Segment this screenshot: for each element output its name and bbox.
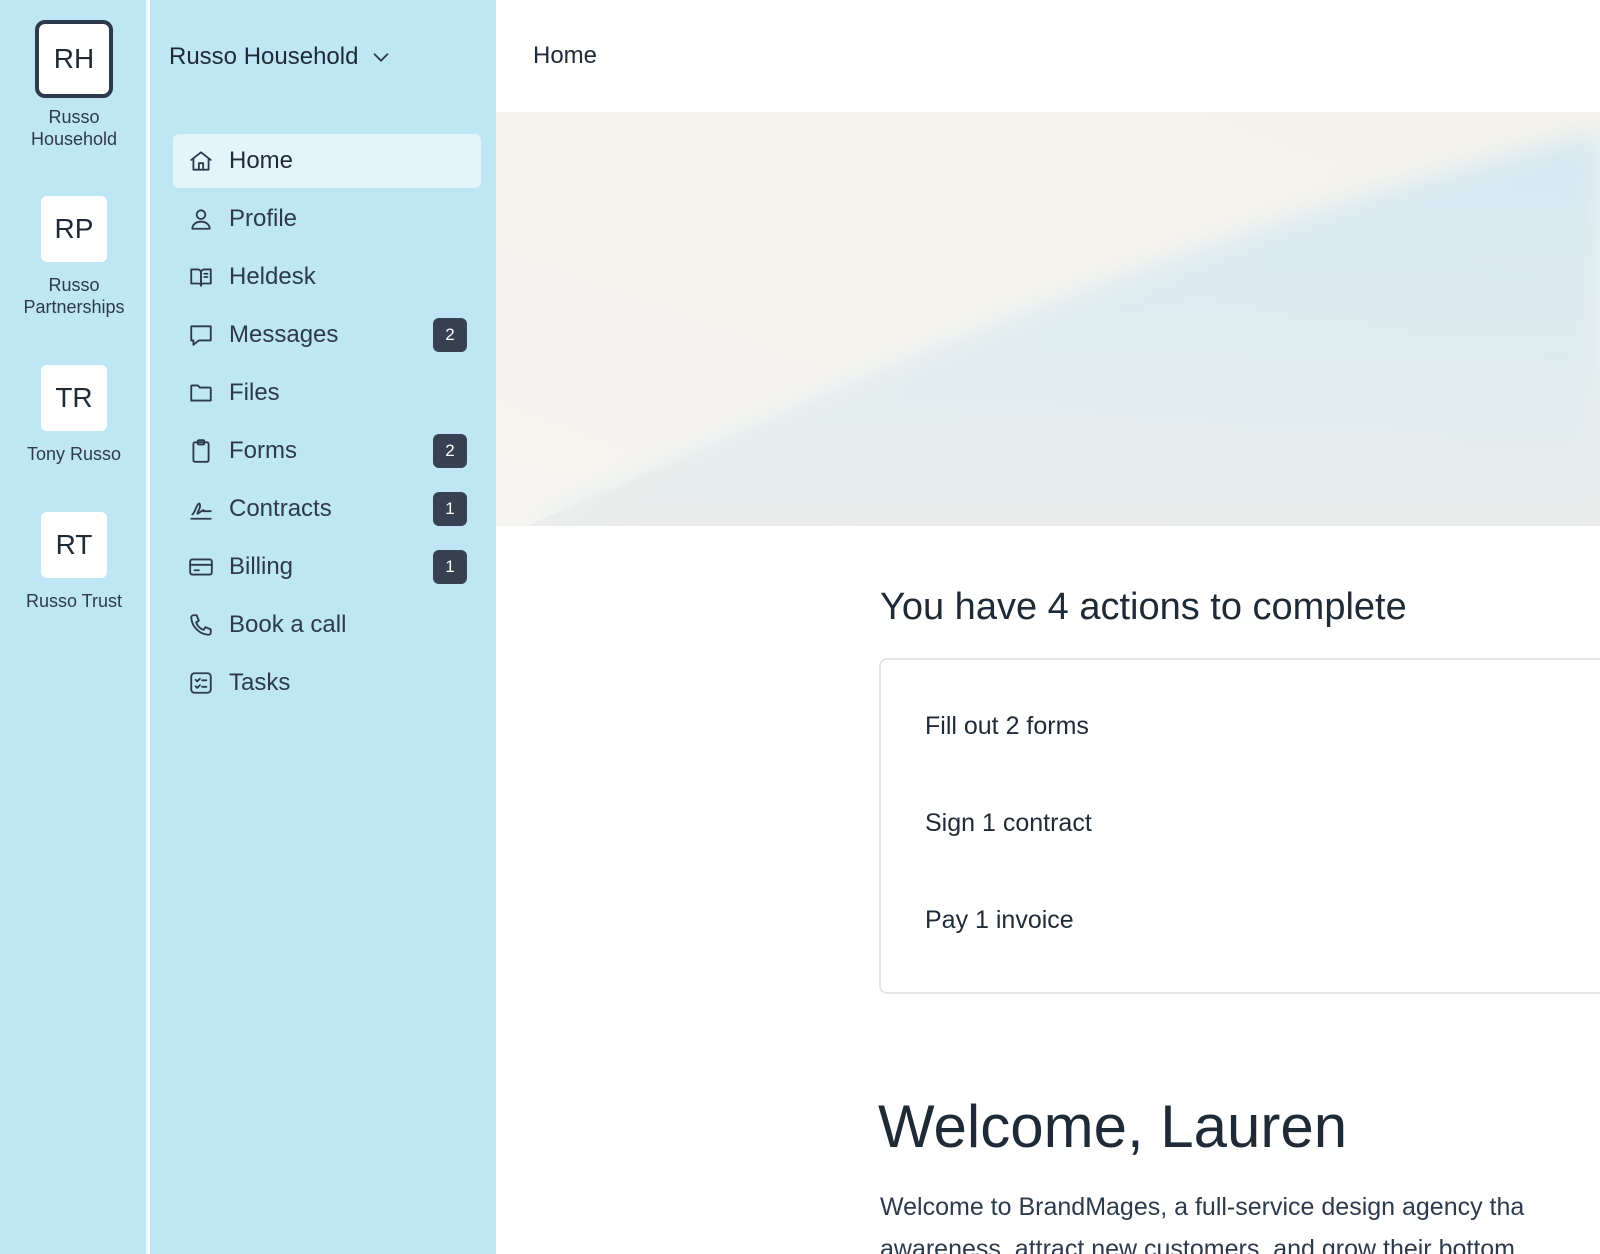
account-name: Russo Household — [30, 107, 118, 149]
main-content: Home You have 4 actions to complete Fill… — [496, 0, 1600, 1254]
actions-heading: You have 4 actions to complete — [880, 586, 1407, 628]
account-avatar: RP — [41, 196, 107, 262]
actions-card: Fill out 2 forms Sign 1 contract Pay 1 i… — [879, 658, 1600, 994]
nav-item-book-a-call[interactable]: Book a call — [173, 598, 481, 652]
top-bar: Home — [496, 0, 1600, 112]
action-item-contract[interactable]: Sign 1 contract — [925, 809, 1092, 838]
nav-item-label: Tasks — [229, 669, 291, 696]
account-name: Tony Russo — [26, 444, 122, 464]
account-name: Russo Partnerships — [23, 275, 125, 317]
nav-item-home[interactable]: Home — [173, 134, 481, 188]
account-russo-trust[interactable]: RT Russo Trust — [0, 512, 148, 612]
account-tony-russo[interactable]: TR Tony Russo — [0, 365, 148, 465]
welcome-line: awareness, attract new customers, and gr… — [880, 1235, 1516, 1254]
nav-item-files[interactable]: Files — [173, 366, 481, 420]
nav-item-forms[interactable]: Forms 2 — [173, 424, 481, 478]
nav-item-label: Profile — [229, 205, 298, 232]
nav-item-label: Files — [229, 379, 280, 406]
sidebar-nav: Russo Household Home Profile Heldesk Mes… — [150, 0, 496, 1254]
account-avatar: TR — [41, 365, 107, 431]
account-avatar: RH — [35, 20, 113, 98]
action-item-invoice[interactable]: Pay 1 invoice — [925, 906, 1074, 935]
nav-item-messages[interactable]: Messages 2 — [173, 308, 481, 362]
count-badge: 2 — [433, 318, 467, 352]
folder-icon — [187, 379, 215, 407]
chevron-down-icon — [374, 53, 389, 62]
nav-item-profile[interactable]: Profile — [173, 192, 481, 246]
welcome-heading: Welcome, Lauren — [878, 1093, 1348, 1160]
chat-icon — [187, 321, 215, 349]
checklist-icon — [187, 669, 215, 697]
page-title: Home — [533, 42, 598, 69]
account-russo-household[interactable]: RH Russo Household — [0, 20, 148, 150]
phone-icon — [187, 611, 215, 639]
nav-item-label: Messages — [229, 321, 339, 348]
nav-item-label: Billing — [229, 553, 294, 580]
nav-item-label: Contracts — [229, 495, 332, 522]
nav-item-label: Home — [229, 147, 294, 174]
account-avatar: RT — [41, 512, 107, 578]
nav-item-billing[interactable]: Billing 1 — [173, 540, 481, 594]
nav-item-tasks[interactable]: Tasks — [173, 656, 481, 710]
clipboard-icon — [187, 437, 215, 465]
hero-banner — [496, 112, 1600, 526]
count-badge: 1 — [433, 550, 467, 584]
nav-item-heldesk[interactable]: Heldesk — [173, 250, 481, 304]
nav-item-label: Forms — [229, 437, 297, 464]
signature-icon — [187, 495, 215, 523]
nav-item-contracts[interactable]: Contracts 1 — [173, 482, 481, 536]
nav-item-label: Heldesk — [229, 263, 316, 290]
account-name: Russo Trust — [25, 591, 123, 611]
welcome-line: Welcome to BrandMages, a full-service de… — [880, 1193, 1525, 1221]
book-icon — [187, 263, 215, 291]
welcome-paragraph: Welcome to BrandMages, a full-service de… — [880, 1186, 1600, 1254]
count-badge: 2 — [433, 434, 467, 468]
nav-item-label: Book a call — [229, 611, 347, 638]
action-item-forms[interactable]: Fill out 2 forms — [925, 712, 1089, 741]
account-russo-partnerships[interactable]: RP Russo Partnerships — [0, 196, 148, 318]
account-switcher-label: Russo Household — [169, 43, 359, 70]
account-switcher[interactable]: Russo Household — [169, 40, 392, 74]
account-rail: RH Russo Household RP Russo Partnerships… — [0, 0, 148, 1254]
count-badge: 1 — [433, 492, 467, 526]
credit-card-icon — [187, 553, 215, 581]
nav-menu: Home Profile Heldesk Messages 2 Files Fo… — [173, 134, 481, 714]
home-icon — [187, 147, 215, 175]
user-icon — [187, 205, 215, 233]
